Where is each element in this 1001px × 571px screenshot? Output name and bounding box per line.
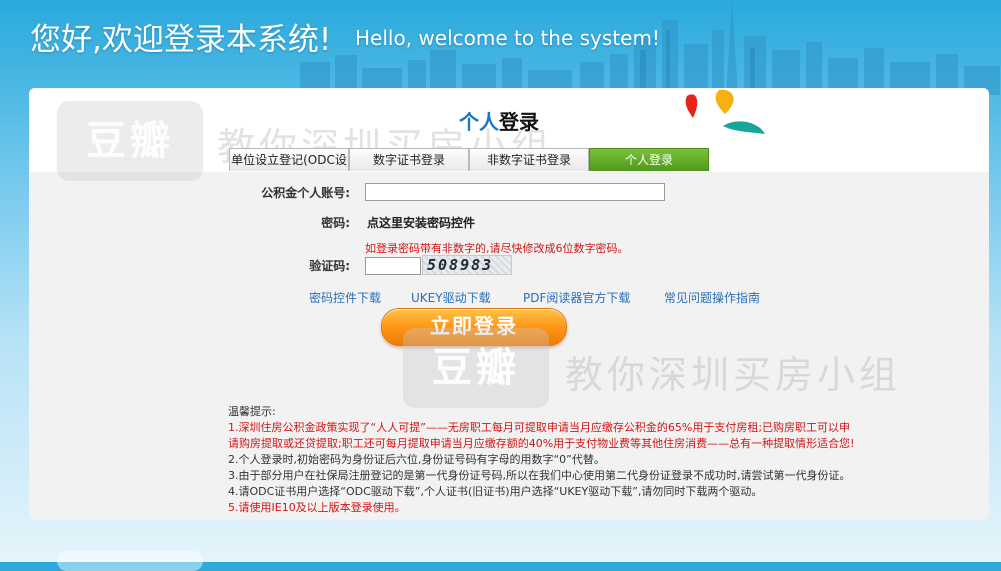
tip-item-5: 5.请使用IE10及以上版本登录使用。 (228, 501, 406, 514)
account-label: 公积金个人账号: (261, 186, 350, 200)
login-panel: 豆瓣 教你深圳买房小组 个人登录 单位设立登记(ODC设 数字证书登录 非数字证… (29, 88, 989, 520)
header-title-cn: 您好,欢迎登录本系统! (30, 22, 332, 58)
pdf-reader-download-link[interactable]: PDF阅读器官方下载 (523, 289, 630, 306)
watermark-fragment (57, 551, 203, 571)
tab-odc-registration[interactable]: 单位设立登记(ODC设 (229, 148, 349, 171)
login-title-accent: 个人 (459, 110, 499, 134)
account-input[interactable] (365, 183, 665, 201)
faq-guide-link[interactable]: 常见问题操作指南 (664, 289, 760, 306)
password-label: 密码: (321, 216, 350, 230)
logo-icon (685, 89, 765, 134)
install-password-control-link[interactable]: 点这里安装密码控件 (367, 214, 475, 231)
captcha-input[interactable] (365, 257, 421, 275)
watermark-badge: 豆瓣 (57, 101, 203, 181)
tips-title: 温馨提示: (228, 405, 276, 418)
tab-non-digital-certificate[interactable]: 非数字证书登录 (469, 148, 589, 171)
tips-section: 温馨提示: 1.深圳住房公积金政策实现了“人人可提”——无房职工每月可提取申请当… (228, 404, 938, 516)
captcha-image[interactable]: 508983 (422, 255, 512, 275)
tab-personal-login[interactable]: 个人登录 (589, 148, 709, 171)
tab-digital-certificate[interactable]: 数字证书登录 (349, 148, 469, 171)
tip-item-2: 2.个人登录时,初始密码为身份证后六位,身份证号码有字母的用数字“0”代替。 (228, 453, 605, 466)
tip-item-3: 3.由于部分用户在社保局注册登记的是第一代身份证号码,所以在我们中心使用第二代身… (228, 469, 851, 482)
tip-item-4: 4.请ODC证书用户选择“ODC驱动下载”,个人证书(旧证书)用户选择“UKEY… (228, 485, 763, 498)
ukey-driver-download-link[interactable]: UKEY驱动下载 (411, 289, 491, 306)
login-tabs: 单位设立登记(ODC设 数字证书登录 非数字证书登录 个人登录 (229, 148, 709, 172)
watermark-text-2: 教你深圳买房小组 (565, 353, 902, 397)
password-control-download-link[interactable]: 密码控件下载 (309, 289, 381, 306)
header-title-en: Hello, welcome to the system! (355, 26, 660, 50)
captcha-text: 508983 (427, 256, 494, 274)
captcha-label: 验证码: (309, 259, 350, 273)
tip-item-1-line-1: 1.深圳住房公积金政策实现了“人人可提”——无房职工每月可提取申请当月应缴存公积… (228, 421, 851, 434)
password-warning: 如登录密码带有非数字的,请尽快修改成6位数字密码。 (365, 242, 629, 255)
login-title-rest: 登录 (499, 110, 539, 134)
watermark-badge-2: 豆瓣 (403, 328, 549, 408)
login-title: 个人登录 (459, 106, 539, 135)
tip-item-1-line-2: 请购房提取或还贷提取;职工还可每月提取申请当月应缴存额的40%用于支付物业费等其… (228, 437, 855, 450)
